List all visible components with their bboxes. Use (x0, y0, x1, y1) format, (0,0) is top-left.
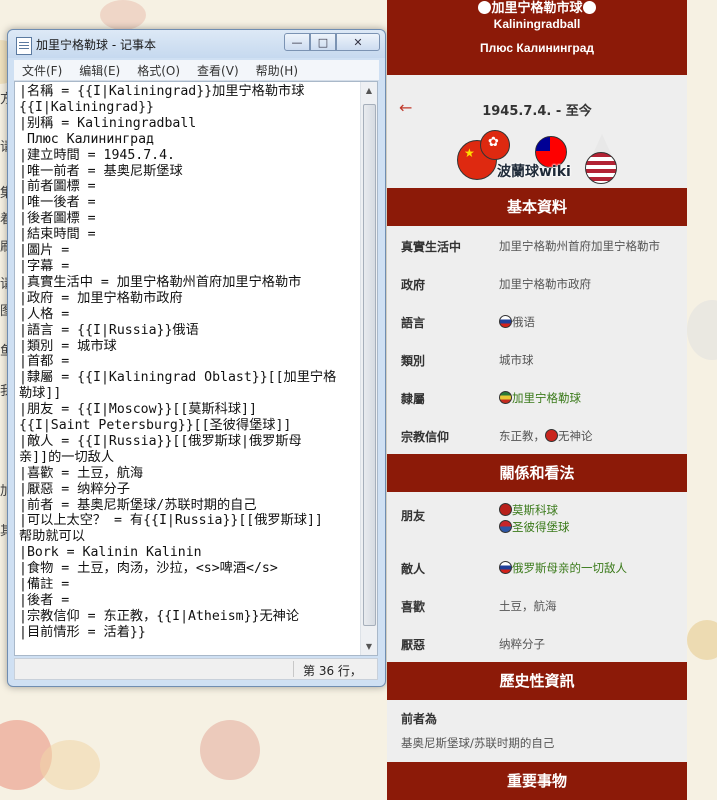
row-value: 基奥尼斯堡球/苏联时期的自己 (401, 736, 555, 750)
row-value[interactable]: 加里宁格勒球 (499, 390, 581, 406)
atheism-ball-icon (545, 429, 558, 442)
section-header-history: 歷史性資訊 (387, 662, 687, 700)
row-value: 加里宁格勒州首府加里宁格勒市 (499, 239, 660, 253)
maximize-button[interactable]: □ (310, 33, 336, 51)
infobox-row: 類別 城市球 (387, 340, 687, 378)
row-label: 隸屬 (401, 392, 426, 406)
friend-name[interactable]: 莫斯科球 (512, 503, 558, 517)
moscow-ball-icon (499, 503, 512, 516)
enemy-link[interactable]: 俄罗斯母亲的一切敌人 (512, 561, 627, 575)
notepad-window[interactable]: 加里宁格勒球 - 记事本 — □ ✕ 文件(F) 编辑(E) 格式(O) 查看(… (7, 29, 386, 687)
infobox-name: 加里宁格勒市球 (491, 1, 583, 16)
kaliningrad-oblast-ball-icon (499, 391, 512, 404)
cursor-position: 第 36 行， (303, 664, 362, 678)
infobox-row: 政府 加里宁格勒市政府 (387, 264, 687, 302)
section-header-relations: 關係和看法 (387, 454, 687, 492)
row-label: 喜歡 (401, 600, 426, 614)
row-label: 真實生活中 (401, 240, 462, 254)
infobox-header: 加里宁格勒市球 Kaliningradball Плюс Калининград (387, 0, 687, 75)
infobox-latin-name: Kaliningradball (493, 17, 581, 31)
menu-bar: 文件(F) 编辑(E) 格式(O) 查看(V) 帮助(H) (14, 60, 379, 81)
saint-petersburg-ball-icon (499, 520, 512, 533)
religion-atheism: 无神论 (558, 429, 593, 443)
row-label: 宗教信仰 (401, 430, 450, 444)
menu-help[interactable]: 帮助(H) (248, 60, 307, 80)
scroll-up-arrow-icon[interactable]: ▲ (361, 82, 377, 99)
row-label: 類別 (401, 354, 426, 368)
bg-decoration (40, 740, 100, 790)
vertical-scrollbar[interactable]: ▲ ▼ (360, 82, 377, 655)
infobox-row: 語言 俄语 (387, 302, 687, 340)
bg-decoration (200, 720, 260, 780)
row-label: 朋友 (401, 509, 426, 523)
infobox-row: 隸屬 加里宁格勒球 (387, 378, 687, 416)
scroll-thumb[interactable] (363, 104, 376, 626)
ball-icon (582, 1, 596, 14)
row-label: 語言 (401, 316, 426, 330)
menu-view[interactable]: 查看(V) (189, 60, 248, 80)
wiki-infobox: 加里宁格勒市球 Kaliningradball Плюс Калининград… (387, 0, 687, 800)
bg-decoration (100, 0, 146, 30)
infobox-row: 喜歡 土豆，航海 (387, 586, 687, 624)
bg-decoration (687, 620, 717, 660)
close-button[interactable]: ✕ (336, 33, 380, 51)
section-header-basic: 基本資料 (387, 188, 687, 226)
infobox-row: 朋友 莫斯科球 圣彼得堡球 (387, 492, 687, 548)
section-header-events: 重要事物 (387, 762, 687, 800)
russia-ball-icon (499, 561, 512, 574)
hongkong-ball-icon (480, 130, 510, 160)
row-value: 城市球 (499, 353, 534, 367)
notepad-app-icon[interactable] (16, 37, 32, 55)
scroll-down-arrow-icon[interactable]: ▼ (361, 638, 377, 655)
row-label: 敵人 (401, 562, 426, 576)
status-separator (293, 661, 294, 677)
row-value: 加里宁格勒市政府 (499, 277, 591, 291)
date-range: 1945.7.4. - 至今 (482, 104, 592, 119)
wiki-logo[interactable]: 波蘭球wiki (387, 130, 687, 188)
text-editor-area[interactable]: |名稱 = {{I|Kaliningrad}}加里宁格勒市球 {{I|Kalin… (14, 81, 378, 656)
friend-link-moscow[interactable]: 莫斯科球 (499, 502, 558, 518)
row-label: 政府 (401, 278, 426, 292)
infobox-row: 敵人 俄罗斯母亲的一切敌人 (387, 548, 687, 586)
menu-edit[interactable]: 编辑(E) (71, 60, 129, 80)
infobox-row: 前者為 基奥尼斯堡球/苏联时期的自己 (387, 700, 687, 762)
infobox-row: 宗教信仰 东正教， 无神论 (387, 416, 687, 454)
bg-decoration (687, 300, 717, 360)
infobox-row: 厭惡 纳粹分子 (387, 624, 687, 662)
row-value[interactable]: 俄语 (499, 314, 535, 330)
russia-ball-icon (499, 315, 512, 328)
infobox-alt-name: Плюс Калининград (480, 41, 594, 55)
window-title: 加里宁格勒球 - 记事本 (36, 38, 156, 52)
affiliation-link[interactable]: 加里宁格勒球 (512, 391, 581, 405)
minimize-button[interactable]: — (284, 33, 310, 51)
status-bar: 第 36 行， (14, 658, 378, 680)
menu-file[interactable]: 文件(F) (14, 60, 71, 80)
ball-icon (478, 1, 492, 14)
row-label: 厭惡 (401, 638, 426, 652)
infobox-row: 真實生活中 加里宁格勒州首府加里宁格勒市 (387, 226, 687, 264)
row-value: 东正教， 无神论 (499, 428, 593, 444)
infobox-title: 加里宁格勒市球 (387, 0, 687, 16)
language-link[interactable]: 俄语 (512, 315, 535, 329)
notepad-titlebar[interactable]: 加里宁格勒球 - 记事本 — □ ✕ (8, 30, 385, 58)
friend-name[interactable]: 圣彼得堡球 (512, 520, 570, 534)
editor-content[interactable]: |名稱 = {{I|Kaliningrad}}加里宁格勒市球 {{I|Kalin… (19, 84, 361, 641)
friend-link-spb[interactable]: 圣彼得堡球 (499, 519, 570, 535)
religion-orthodox: 东正教， (499, 429, 545, 443)
date-row: ← 1945.7.4. - 至今 (387, 90, 687, 130)
row-label: 前者為 (401, 712, 438, 726)
usa-ball-icon (585, 152, 617, 184)
row-value[interactable]: 俄罗斯母亲的一切敌人 (499, 560, 627, 576)
row-value: 纳粹分子 (499, 637, 545, 651)
wiki-logo-text: 波蘭球wiki (497, 164, 571, 180)
menu-format[interactable]: 格式(O) (129, 60, 189, 80)
row-value: 土豆，航海 (499, 599, 557, 613)
